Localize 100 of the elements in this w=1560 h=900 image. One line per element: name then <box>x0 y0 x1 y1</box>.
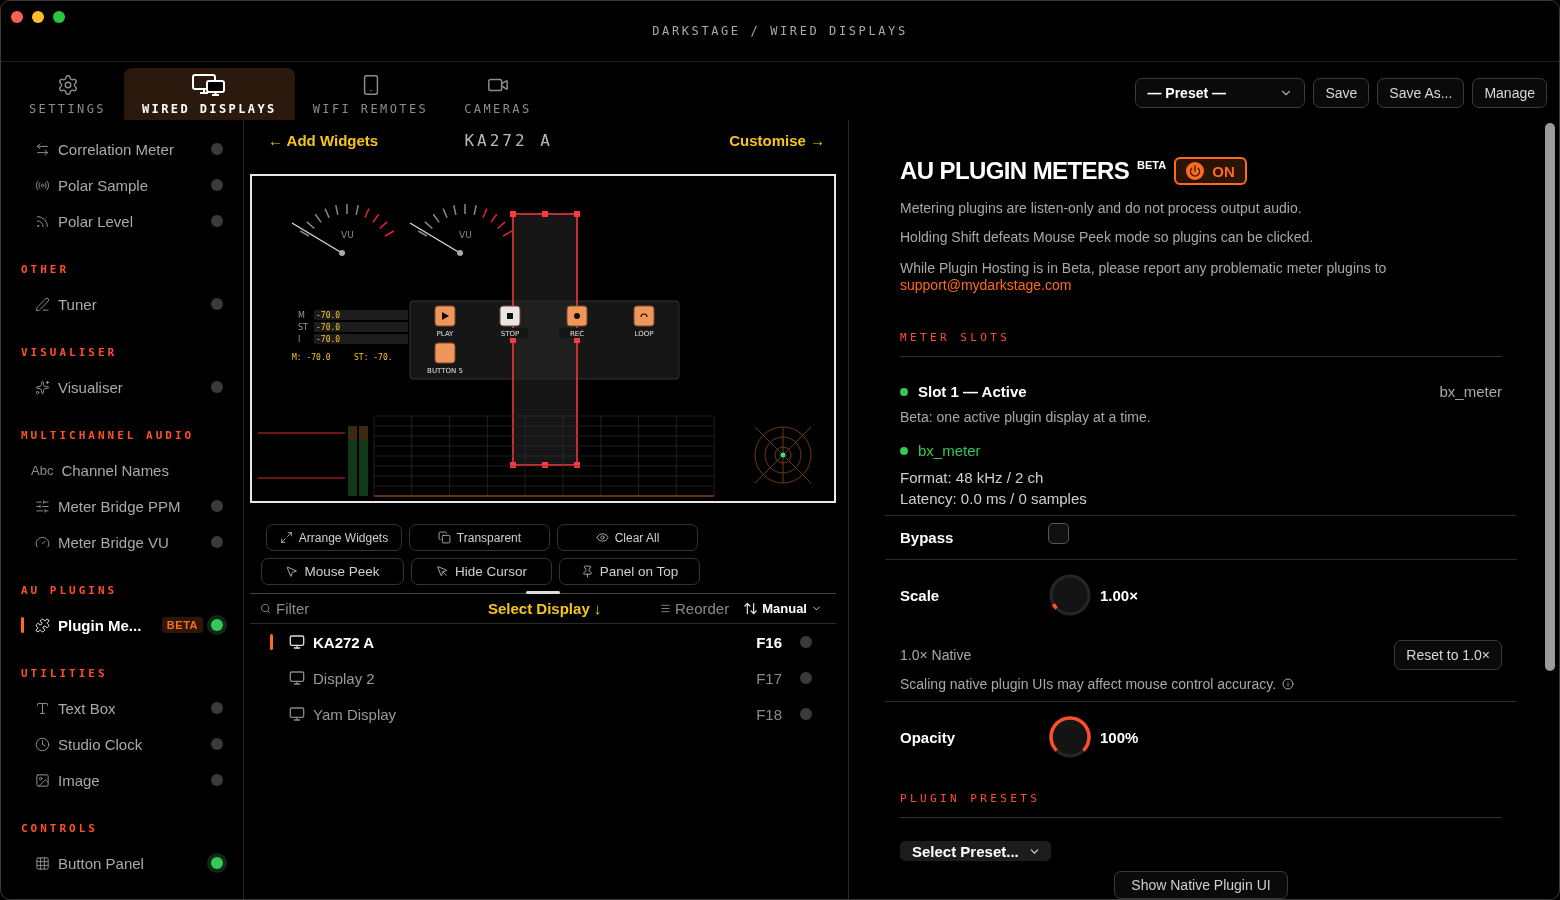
shortcut-key: F16 <box>756 633 782 651</box>
vu-meter-drawing: VU <box>409 203 513 256</box>
knob[interactable] <box>1048 715 1092 759</box>
slot-note: Beta: one active plugin display at a time. <box>900 409 1152 425</box>
shortcut-key: F18 <box>756 705 782 723</box>
sidebar-item[interactable]: Correlation Meter <box>1 131 243 167</box>
status-dot[interactable] <box>211 179 223 191</box>
minimize-button[interactable] <box>32 11 44 23</box>
plugin-name: bx_meter <box>918 442 981 459</box>
section-heading: VISUALISER <box>20 345 119 361</box>
customise-link[interactable]: Customise → <box>729 131 825 149</box>
status-dot[interactable] <box>211 619 223 631</box>
reset-button[interactable]: Reset to 1.0× <box>1394 640 1502 670</box>
lines-icon <box>660 603 671 614</box>
tab[interactable]: WIRED DISPLAYS <box>124 68 295 120</box>
sidebar-item[interactable]: Text Box <box>1 690 243 726</box>
toolbar-button[interactable]: Manage <box>1472 78 1547 108</box>
status-dot[interactable] <box>211 702 223 714</box>
action-button[interactable]: Hide Cursor <box>411 558 552 585</box>
display-row[interactable]: Display 2 F17 <box>250 660 836 696</box>
action-button[interactable]: Clear All <box>557 524 698 551</box>
action-button[interactable]: Transparent <box>409 524 550 551</box>
status-dot[interactable] <box>211 857 223 869</box>
preset-dropdown[interactable]: — Preset — <box>1135 78 1306 108</box>
sidebar-item[interactable]: Abc Channel Names <box>1 452 243 488</box>
pin-icon <box>580 565 594 578</box>
vu-meter-drawing: VU <box>291 203 395 256</box>
image-icon <box>35 772 50 788</box>
gauge-icon <box>35 534 50 550</box>
sidebar-item[interactable]: Plugin Me... BETA <box>1 607 243 643</box>
format-text: Format: 48 kHz / 2 ch <box>900 468 1045 488</box>
status-dot[interactable] <box>211 738 223 750</box>
close-button[interactable] <box>11 11 23 23</box>
arrows-icon <box>35 141 50 157</box>
action-button[interactable]: Mouse Peek <box>261 558 404 585</box>
sidebar-item[interactable]: Visualiser <box>1 369 243 405</box>
pointer-icon <box>436 565 449 578</box>
info-text: Holding Shift defeats Mouse Peek mode so plugins can be clicked. <box>900 229 1315 246</box>
display-row[interactable]: Yam Display F18 <box>250 696 836 732</box>
status-dot[interactable] <box>211 536 223 548</box>
status-dot[interactable] <box>211 215 223 227</box>
shortcut-key: F17 <box>756 669 782 687</box>
status-dot[interactable] <box>211 143 223 155</box>
sidebar-item[interactable]: Polar Level <box>1 203 243 239</box>
preset-dropdown[interactable]: Select Preset... <box>900 841 1051 862</box>
sidebar-item[interactable]: Meter Bridge PPM <box>1 488 243 524</box>
pen-icon <box>35 296 50 312</box>
sort-dropdown[interactable]: Manual <box>743 601 822 616</box>
display-row[interactable]: KA272 A F16 <box>250 624 836 660</box>
add-widgets-link[interactable]: ← Add Widgets <box>268 131 379 149</box>
show-native-ui-button[interactable]: Show Native Plugin UI <box>1114 871 1288 899</box>
sidebar-item[interactable]: Polar Sample <box>1 167 243 203</box>
bypass-checkbox[interactable] <box>1048 523 1069 544</box>
section-heading: CONTROLS <box>20 821 99 837</box>
level-bars-drawing <box>348 426 368 496</box>
clock-icon <box>35 736 50 752</box>
toolbar-button[interactable]: Save As... <box>1377 78 1465 108</box>
sidebar-item[interactable]: Studio Clock <box>1 726 243 762</box>
loudness-meter-drawing: M -70.0 ST -70.0 I -70.0 M: -70.0 ST: -70. <box>292 310 408 362</box>
settings-icon <box>56 74 79 96</box>
display-title: KA272 A <box>464 130 553 150</box>
scale-label: Scale <box>900 586 941 604</box>
action-button[interactable]: Panel on Top <box>559 558 700 585</box>
status-dot[interactable] <box>211 381 223 393</box>
info-icon <box>1282 678 1295 690</box>
scrollbar-thumb[interactable] <box>1545 123 1555 671</box>
action-button[interactable]: Arrange Widgets <box>266 524 402 551</box>
sparkles-icon <box>35 379 50 395</box>
status-dot[interactable] <box>211 500 223 512</box>
email-link[interactable]: support@mydarkstage.com <box>900 277 1072 293</box>
status-dot[interactable] <box>211 298 223 310</box>
sliders-icon <box>35 498 50 514</box>
sidebar-item[interactable]: Tuner <box>1 286 243 322</box>
expand-icon <box>279 531 293 544</box>
reorder-button[interactable]: Reorder <box>660 600 730 617</box>
toolbar-button[interactable]: Save <box>1313 78 1370 108</box>
opacity-label: Opacity <box>900 728 957 746</box>
sidebar-item[interactable]: Image <box>1 762 243 798</box>
resize-handle[interactable] <box>526 591 560 594</box>
search-icon <box>260 603 271 614</box>
beta-label: BETA <box>1137 159 1167 171</box>
status-dot[interactable] <box>211 774 223 786</box>
section-heading: MULTICHANNEL AUDIO <box>20 428 196 444</box>
power-toggle[interactable]: ON <box>1174 157 1247 185</box>
tab[interactable]: SETTINGS <box>11 68 124 120</box>
native-scale-text: 1.0× Native <box>900 647 972 663</box>
select-display-button[interactable]: Select Display ↓ <box>488 600 602 617</box>
section-heading: AU PLUGINS <box>20 583 119 599</box>
monitors-icon <box>192 74 227 96</box>
monitor-icon <box>289 634 305 650</box>
sidebar-item[interactable]: Meter Bridge VU <box>1 524 243 560</box>
latency-text: Latency: 0.0 ms / 0 samples <box>900 489 1088 509</box>
zoom-button[interactable] <box>53 11 65 23</box>
filter-field[interactable]: Filter <box>276 600 456 617</box>
section-heading: METER SLOTS <box>900 331 1502 357</box>
sidebar-item[interactable]: Button Panel <box>1 845 243 881</box>
section-heading: UTILITIES <box>20 666 109 682</box>
tab[interactable]: WIFI REMOTES <box>294 68 447 120</box>
plugin-title: AU PLUGIN METERS <box>900 157 1130 185</box>
tab[interactable]: CAMERAS <box>446 68 550 120</box>
